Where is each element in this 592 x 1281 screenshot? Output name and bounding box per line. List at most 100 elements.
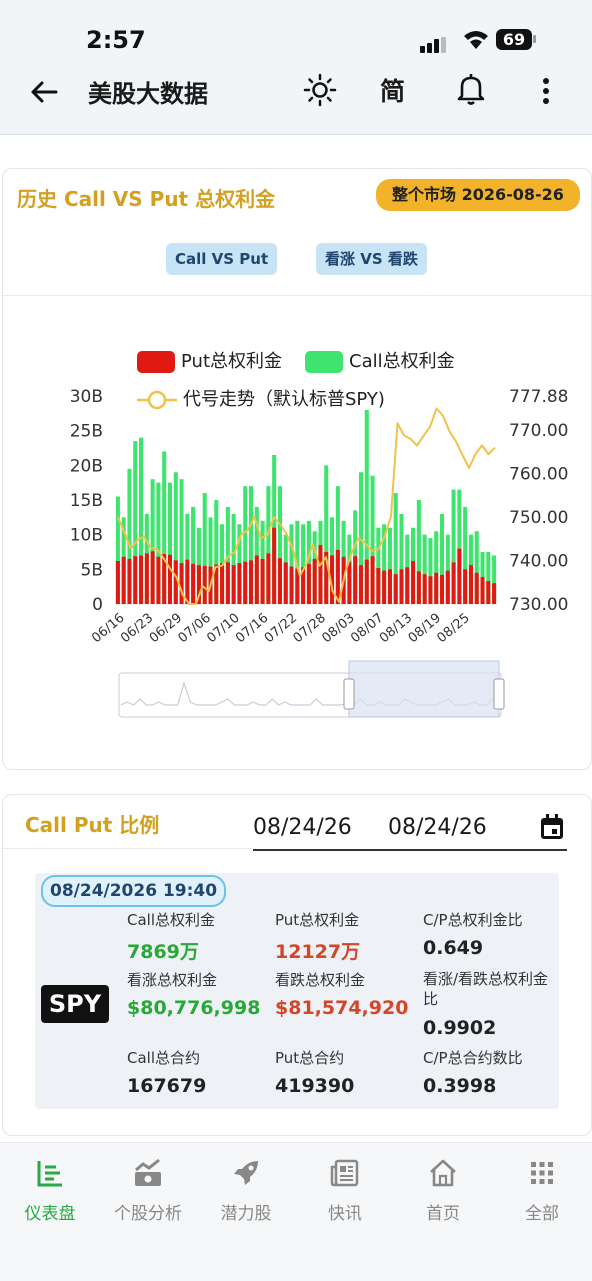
nav-item-all[interactable]: 全部 <box>493 1157 591 1224</box>
end-date-input[interactable]: 08/24/26 <box>388 815 487 840</box>
put-premium-bar <box>225 562 230 604</box>
stat-label-bull-bear-ratio: 看涨/看跌总权利金比 <box>423 970 549 1008</box>
stat-value-call-contracts: 167679 <box>127 1075 207 1097</box>
y-left-tick-label: 25B <box>70 422 103 442</box>
date-range-underline <box>253 849 567 851</box>
put-premium-bar <box>312 558 317 604</box>
y-left-tick-label: 30B <box>70 387 103 407</box>
zoom-slider-handle-left[interactable] <box>343 678 355 710</box>
nav-item-news[interactable]: 快讯 <box>296 1157 394 1224</box>
y-right-tick-label: 750.00 <box>509 508 568 528</box>
nav-label: 仪表盘 <box>24 1204 76 1224</box>
x-tick-label: 06/29 <box>147 611 185 647</box>
call-put-ratio-card: Call Put 比例 08/24/26 08/24/26 08/24/2026… <box>2 794 592 1136</box>
stat-value-bull-bear-ratio: 0.9902 <box>423 1017 497 1039</box>
put-premium-bar <box>289 566 294 604</box>
x-tick-label: 07/22 <box>262 611 300 647</box>
language-toggle-button[interactable]: 简 <box>380 72 405 108</box>
put-premium-bar <box>486 581 491 604</box>
status-bar: 2:57 69 <box>0 0 592 60</box>
ratio-card-title: Call Put 比例 <box>25 813 160 837</box>
y-right-tick-label: 770.00 <box>509 421 568 441</box>
stat-label-put-premium: Put总权利金 <box>275 911 360 929</box>
nav-item-stock-analysis[interactable]: 个股分析 <box>99 1157 197 1224</box>
put-premium-bar <box>434 572 439 604</box>
put-premium-bar <box>220 563 225 604</box>
put-premium-bar <box>306 563 311 604</box>
x-tick-label: 06/23 <box>118 611 156 647</box>
put-premium-bar <box>376 567 381 604</box>
put-premium-bar <box>248 560 254 604</box>
calendar-icon[interactable] <box>539 813 565 841</box>
zoom-slider-handle-right[interactable] <box>493 678 505 710</box>
put-premium-bar <box>237 563 242 604</box>
put-premium-bar <box>370 556 375 604</box>
nav-label: 全部 <box>525 1204 559 1224</box>
put-premium-bar <box>133 556 138 604</box>
put-premium-bar <box>463 569 468 604</box>
back-arrow-icon[interactable] <box>26 74 62 110</box>
stat-label-call-contracts: Call总合约 <box>127 1049 201 1067</box>
put-premium-bar <box>492 583 497 604</box>
x-tick-label: 07/06 <box>176 611 214 647</box>
start-date-input[interactable]: 08/24/26 <box>253 815 352 840</box>
put-premium-bar <box>243 561 248 604</box>
status-time: 2:57 <box>86 26 146 54</box>
theme-toggle-sun-icon[interactable] <box>302 72 338 108</box>
page-title: 美股大数据 <box>88 80 208 108</box>
put-premium-bar <box>150 551 155 604</box>
divider <box>3 848 253 849</box>
ticker-badge: SPY <box>41 985 109 1023</box>
nav-item-dashboard[interactable]: 仪表盘 <box>1 1157 99 1224</box>
put-premium-bar <box>254 555 259 604</box>
signal-icon <box>420 34 448 53</box>
zoom-slider-selection[interactable] <box>348 660 500 718</box>
nav-label: 快讯 <box>328 1204 362 1224</box>
y-left-tick-label: 20B <box>70 456 103 476</box>
put-premium-bar <box>457 548 462 604</box>
stat-value-cp-contracts-ratio: 0.3998 <box>423 1075 497 1097</box>
x-tick-label: 06/16 <box>89 611 127 647</box>
put-premium-bar <box>202 565 207 604</box>
put-premium-bar <box>382 570 387 604</box>
put-premium-bar <box>127 558 132 604</box>
put-premium-bar <box>393 574 398 604</box>
notification-bell-icon[interactable] <box>456 72 486 106</box>
x-tick-label: 08/25 <box>434 611 472 647</box>
put-premium-bar <box>277 558 282 604</box>
put-premium-bar <box>156 556 161 604</box>
stat-value-bear-premium: $81,574,920 <box>275 997 409 1019</box>
x-tick-label: 08/19 <box>406 611 444 647</box>
nav-label: 首页 <box>426 1204 460 1224</box>
stock-analysis-icon <box>135 1158 161 1186</box>
dashboard-icon <box>37 1161 62 1187</box>
nav-item-home[interactable]: 首页 <box>394 1157 492 1224</box>
stat-label-bear-premium: 看跌总权利金 <box>275 971 366 989</box>
rocket-icon <box>234 1161 258 1185</box>
stat-value-put-premium: 12127万 <box>275 941 361 963</box>
nav-item-potential-stocks[interactable]: 潜力股 <box>197 1157 295 1224</box>
stat-label-cp-contracts-ratio: C/P总合约数比 <box>423 1049 523 1067</box>
battery-nub <box>533 35 536 43</box>
put-premium-bar <box>416 571 421 604</box>
stat-label-call-premium: Call总权利金 <box>127 911 216 929</box>
put-premium-bar <box>445 570 450 604</box>
put-premium-bar <box>191 563 196 604</box>
stat-label-cp-premium-ratio: C/P总权利金比 <box>423 911 523 929</box>
bottom-nav: 仪表盘 个股分析 潜力股 快讯 首页 全部 <box>0 1142 592 1281</box>
more-menu-icon[interactable] <box>534 74 558 108</box>
grid-icon <box>531 1162 553 1184</box>
nav-label: 个股分析 <box>114 1204 182 1224</box>
history-chart-card: 历史 Call VS Put 总权利金 整个市场 2026-08-26 Call… <box>2 168 592 770</box>
put-premium-bar <box>451 562 456 604</box>
nav-label: 潜力股 <box>220 1204 272 1224</box>
put-premium-bar <box>364 559 369 604</box>
stat-label-put-contracts: Put总合约 <box>275 1049 345 1067</box>
app-bar: 美股大数据 简 <box>0 60 592 135</box>
home-icon <box>430 1159 456 1187</box>
put-premium-bar <box>411 561 416 604</box>
put-premium-bar <box>347 561 352 604</box>
x-tick-label: 07/28 <box>291 611 329 647</box>
x-tick-label: 07/16 <box>233 611 271 647</box>
put-premium-bar <box>185 559 190 604</box>
